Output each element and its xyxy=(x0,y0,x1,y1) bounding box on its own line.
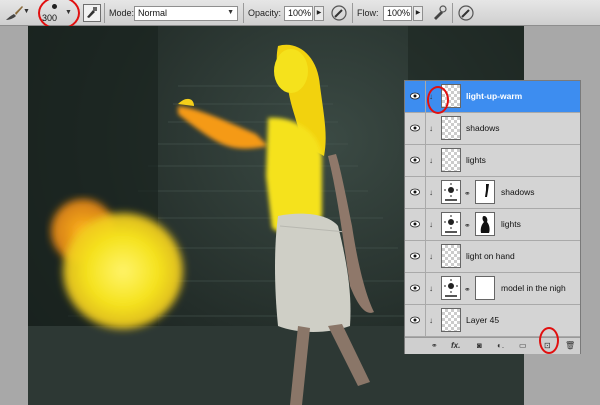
visibility-toggle[interactable] xyxy=(405,145,426,176)
layer-name: shadows xyxy=(501,187,535,197)
eye-icon xyxy=(410,156,420,164)
eye-icon xyxy=(410,316,420,324)
visibility-toggle[interactable] xyxy=(405,305,426,336)
layer-thumbnail[interactable] xyxy=(441,148,461,172)
eye-icon xyxy=(410,252,420,260)
flow-label: Flow: xyxy=(357,8,379,18)
toolbar-divider xyxy=(452,3,453,23)
layer-name: light-up-warm xyxy=(466,91,523,101)
layer-name: lights xyxy=(466,155,486,165)
flow-input[interactable]: 100% xyxy=(383,6,412,21)
chevron-down-icon: ▼ xyxy=(227,9,234,16)
layer-name: model in the nigh xyxy=(501,283,566,293)
layer-thumbnail[interactable] xyxy=(441,116,461,140)
layer-thumbnail[interactable] xyxy=(441,308,461,332)
layer-mask-thumbnail[interactable] xyxy=(475,212,495,236)
mask-icon[interactable]: ◙ xyxy=(477,341,482,350)
layer-row[interactable]: ↓ ⚭ shadows xyxy=(405,177,580,209)
eye-icon xyxy=(410,188,420,196)
clipping-arrow-icon: ↓ xyxy=(429,156,433,165)
layer-row[interactable]: ↓ ⚭ model in the nigh xyxy=(405,273,580,305)
toolbar-divider xyxy=(243,3,244,23)
clipping-arrow-icon: ↓ xyxy=(429,252,433,261)
layer-row[interactable]: ↓ light on hand xyxy=(405,241,580,273)
eye-icon xyxy=(410,220,420,228)
opacity-label: Opacity: xyxy=(248,8,282,18)
layer-name: Layer 45 xyxy=(466,315,500,325)
pressure-opacity-icon[interactable] xyxy=(330,4,348,22)
toolbar-divider xyxy=(104,3,105,23)
clipping-arrow-icon: ↓ xyxy=(429,316,433,325)
clipping-arrow-icon: ↓ xyxy=(429,220,433,229)
visibility-toggle[interactable] xyxy=(405,209,426,240)
fx-icon[interactable]: fx. xyxy=(451,341,460,350)
layer-mask-thumbnail[interactable] xyxy=(475,276,495,300)
mode-value: Normal xyxy=(138,8,168,18)
eye-icon xyxy=(410,284,420,292)
eye-icon xyxy=(410,92,420,100)
layer-name: shadows xyxy=(466,123,500,133)
layer-row[interactable]: ↓ lights xyxy=(405,145,580,177)
tool-preset-dropdown-icon[interactable]: ▼ xyxy=(23,8,30,15)
layer-row[interactable]: ↓ ⚭ lights xyxy=(405,209,580,241)
trash-icon[interactable]: 🗑︎ xyxy=(565,341,575,350)
brush-panel-icon[interactable] xyxy=(83,4,101,22)
opacity-slider-arrow-icon[interactable]: ▶ xyxy=(314,6,324,21)
flow-slider-arrow-icon[interactable]: ▶ xyxy=(413,6,423,21)
adjustment-layer-icon xyxy=(441,180,461,204)
layer-row[interactable]: ↓ shadows xyxy=(405,113,580,145)
visibility-toggle[interactable] xyxy=(405,81,426,112)
toolbar-divider xyxy=(352,3,353,23)
annotation-circle-new-layer xyxy=(539,327,559,354)
brush-icon[interactable] xyxy=(3,3,25,23)
link-icon[interactable]: ⚭ xyxy=(431,341,438,350)
layer-mask-thumbnail[interactable] xyxy=(475,180,495,204)
layers-panel: ↓ light-up-warm ↓ shadows ↓ lights ↓ ⚭ shadows ↓ ⚭… xyxy=(404,80,581,354)
mask-link-icon[interactable]: ⚭ xyxy=(464,285,471,294)
visibility-toggle[interactable] xyxy=(405,241,426,272)
mode-label: Mode: xyxy=(109,8,135,18)
layer-name: light on hand xyxy=(466,251,515,261)
opacity-input[interactable]: 100% xyxy=(284,6,313,21)
layer-thumbnail[interactable] xyxy=(441,244,461,268)
adjustment-layer-icon xyxy=(441,212,461,236)
clipping-arrow-icon: ↓ xyxy=(429,188,433,197)
airbrush-icon[interactable] xyxy=(430,4,448,22)
annotation-circle-clip-indicator xyxy=(427,86,449,114)
eye-icon xyxy=(410,124,420,132)
adjustment-icon[interactable]: ◐. xyxy=(497,341,504,350)
options-bar: ▼ 300 ▼ Mode: Normal ▼ Opacity: 100% ▶ F… xyxy=(0,0,600,30)
visibility-toggle[interactable] xyxy=(405,113,426,144)
clipping-arrow-icon: ↓ xyxy=(429,284,433,293)
adjustment-layer-icon xyxy=(441,276,461,300)
mask-link-icon[interactable]: ⚭ xyxy=(464,221,471,230)
clipping-arrow-icon: ↓ xyxy=(429,124,433,133)
mask-link-icon[interactable]: ⚭ xyxy=(464,189,471,198)
group-icon[interactable]: ▭ xyxy=(519,341,527,350)
layer-name: lights xyxy=(501,219,521,229)
pressure-size-icon[interactable] xyxy=(457,4,475,22)
visibility-toggle[interactable] xyxy=(405,177,426,208)
visibility-toggle[interactable] xyxy=(405,273,426,304)
mode-select[interactable]: Normal ▼ xyxy=(134,6,238,21)
